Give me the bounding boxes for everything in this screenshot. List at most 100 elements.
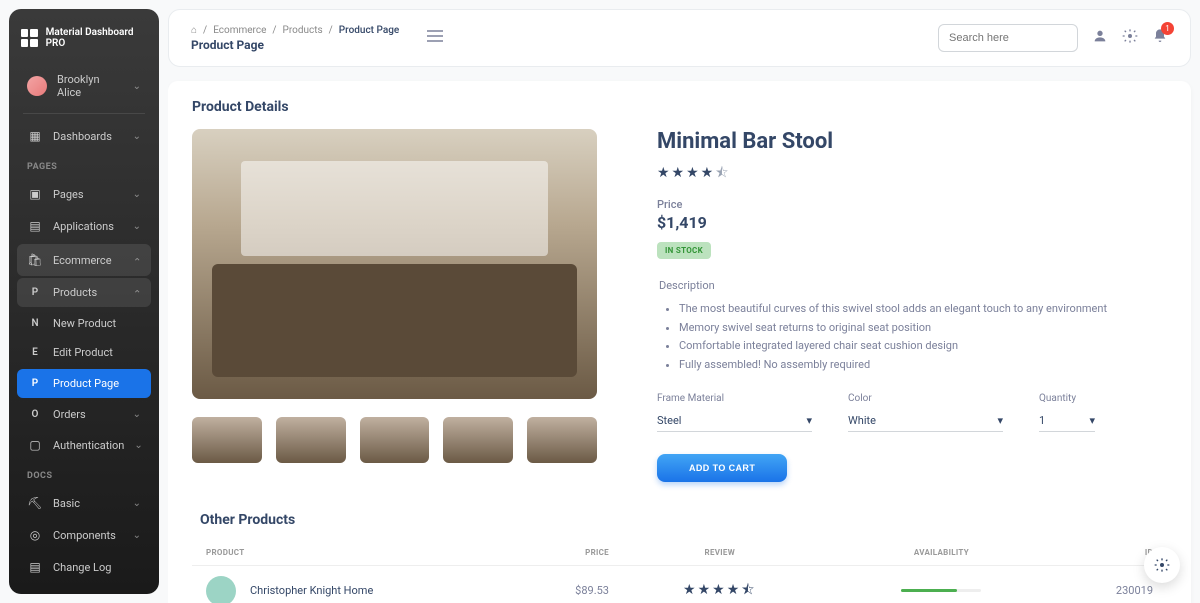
thumbnail[interactable] xyxy=(192,417,262,463)
crumb[interactable]: Products xyxy=(283,25,323,36)
desc-list: The most beautiful curves of this swivel… xyxy=(657,300,1167,375)
color-select[interactable]: White▾ xyxy=(848,410,1003,432)
thumbnail[interactable] xyxy=(276,417,346,463)
thumbnail[interactable] xyxy=(360,417,430,463)
nav-new-product[interactable]: N New Product xyxy=(17,309,151,338)
id-cell: 230019 xyxy=(1052,584,1153,597)
nav-pages[interactable]: ▣ Pages ⌄ xyxy=(17,178,151,210)
frame-material-label: Frame Material xyxy=(657,393,812,404)
nav-label: Ecommerce xyxy=(53,254,112,267)
stock-badge: IN STOCK xyxy=(657,242,711,259)
color-label: Color xyxy=(848,393,1003,404)
quantity-select[interactable]: 1▾ xyxy=(1039,410,1095,432)
nav-applications[interactable]: ▤ Applications ⌄ xyxy=(17,210,151,242)
th-availability: AVAILABILITY xyxy=(831,548,1053,557)
nav-label: Basic xyxy=(53,497,80,510)
rating: ★★★★⯪ xyxy=(657,162,1167,186)
settings-fab[interactable] xyxy=(1144,547,1180,583)
product-details-card: Product Details Minimal Bar Stoo xyxy=(168,81,1191,603)
nav-dashboards[interactable]: ▦ Dashboards ⌄ xyxy=(17,120,151,152)
letter-icon: P xyxy=(27,287,43,298)
letter-icon: O xyxy=(27,409,43,420)
crumb-current: Product Page xyxy=(339,25,399,36)
nav-edit-product[interactable]: E Edit Product xyxy=(17,338,151,367)
table-header: PRODUCT PRICE REVIEW AVAILABILITY ID xyxy=(192,540,1167,566)
page-title: Product Page xyxy=(191,38,399,52)
nav-label: Pages xyxy=(53,188,84,201)
nav-product-page[interactable]: P Product Page xyxy=(17,369,151,398)
divider xyxy=(23,113,145,114)
add-to-cart-button[interactable]: ADD TO CART xyxy=(657,454,787,482)
avatar xyxy=(27,76,47,96)
page-icon: ▢ xyxy=(27,437,43,453)
table-row[interactable]: Christopher Knight Home $89.53 ★★★★⯪ 230… xyxy=(192,566,1167,603)
brand[interactable]: Material Dashboard PRO xyxy=(17,23,151,65)
gallery xyxy=(192,129,597,482)
chevron-down-icon: ⌄ xyxy=(133,81,141,92)
rocket-icon: ⛏ xyxy=(27,495,43,511)
th-review: REVIEW xyxy=(609,548,831,557)
product-details: Minimal Bar Stool ★★★★⯪ Price $1,419 IN … xyxy=(657,129,1167,482)
nav-products[interactable]: P Products ⌄ xyxy=(17,278,151,307)
thumbnail[interactable] xyxy=(443,417,513,463)
product-thumb xyxy=(206,576,236,603)
caret-down-icon: ▾ xyxy=(1089,414,1095,427)
nav-section-docs: DOCS xyxy=(17,461,151,487)
nav-change-log[interactable]: ▤ Change Log xyxy=(17,551,151,583)
frame-material-select[interactable]: Steel▾ xyxy=(657,410,812,432)
quantity-label: Quantity xyxy=(1039,393,1095,404)
notification-badge: 1 xyxy=(1161,22,1174,35)
nav-label: Dashboards xyxy=(53,130,112,143)
nav-components[interactable]: ◎ Components ⌄ xyxy=(17,519,151,551)
review-cell: ★★★★⯪ xyxy=(609,579,831,603)
brand-icon xyxy=(21,29,38,47)
letter-icon: N xyxy=(27,318,43,329)
nav-basic[interactable]: ⛏ Basic ⌄ xyxy=(17,487,151,519)
nav-orders[interactable]: O Orders ⌄ xyxy=(17,400,151,429)
image-icon: ▣ xyxy=(27,186,43,202)
search-input[interactable] xyxy=(938,24,1078,52)
chevron-up-icon: ⌄ xyxy=(133,255,141,266)
letter-icon: P xyxy=(27,378,43,389)
caret-down-icon: ▾ xyxy=(806,414,812,427)
chevron-down-icon: ⌄ xyxy=(133,530,141,541)
th-product: PRODUCT xyxy=(206,548,508,557)
nav-authentication[interactable]: ▢ Authentication ⌄ xyxy=(17,429,151,461)
apps-icon: ▤ xyxy=(27,218,43,234)
thumbnail[interactable] xyxy=(527,417,597,463)
nav-label: Components xyxy=(53,529,116,542)
section-title: Other Products xyxy=(200,512,1167,528)
topbar: ⌂/ Ecommerce/ Products/ Product Page Pro… xyxy=(168,9,1191,67)
chevron-down-icon: ⌄ xyxy=(133,189,141,200)
price-label: Price xyxy=(657,198,1167,211)
product-main-image[interactable] xyxy=(192,129,597,399)
crumb[interactable]: Ecommerce xyxy=(213,25,266,36)
user-menu[interactable]: Brooklyn Alice ⌄ xyxy=(17,65,151,107)
price-value: $1,419 xyxy=(657,213,1167,232)
user-name: Brooklyn Alice xyxy=(57,73,123,99)
basket-icon: 🛍 xyxy=(27,252,43,268)
availability-cell xyxy=(831,589,1053,592)
chevron-up-icon: ⌄ xyxy=(133,287,141,298)
product-name: Christopher Knight Home xyxy=(250,584,373,597)
home-icon[interactable]: ⌂ xyxy=(191,25,197,36)
nav-label: Product Page xyxy=(53,377,119,390)
letter-icon: E xyxy=(27,347,43,358)
receipt-icon: ▤ xyxy=(27,559,43,575)
menu-icon[interactable] xyxy=(427,30,443,46)
nav-label: Products xyxy=(53,286,97,299)
account-icon[interactable] xyxy=(1092,28,1108,48)
product-name: Minimal Bar Stool xyxy=(657,129,1167,154)
settings-icon[interactable] xyxy=(1122,28,1138,48)
desc-label: Description xyxy=(659,279,1167,292)
th-price: PRICE xyxy=(508,548,609,557)
desc-item: Fully assembled! No assembly required xyxy=(679,356,1167,375)
chevron-down-icon: ⌄ xyxy=(133,409,141,420)
brand-name: Material Dashboard PRO xyxy=(46,27,147,49)
desc-item: Comfortable integrated layered chair sea… xyxy=(679,337,1167,356)
nav-label: New Product xyxy=(53,317,116,330)
notifications-icon[interactable]: 1 xyxy=(1152,28,1168,48)
chevron-down-icon: ⌄ xyxy=(133,498,141,509)
section-title: Product Details xyxy=(192,99,1167,115)
nav-ecommerce[interactable]: 🛍 Ecommerce ⌄ xyxy=(17,244,151,276)
